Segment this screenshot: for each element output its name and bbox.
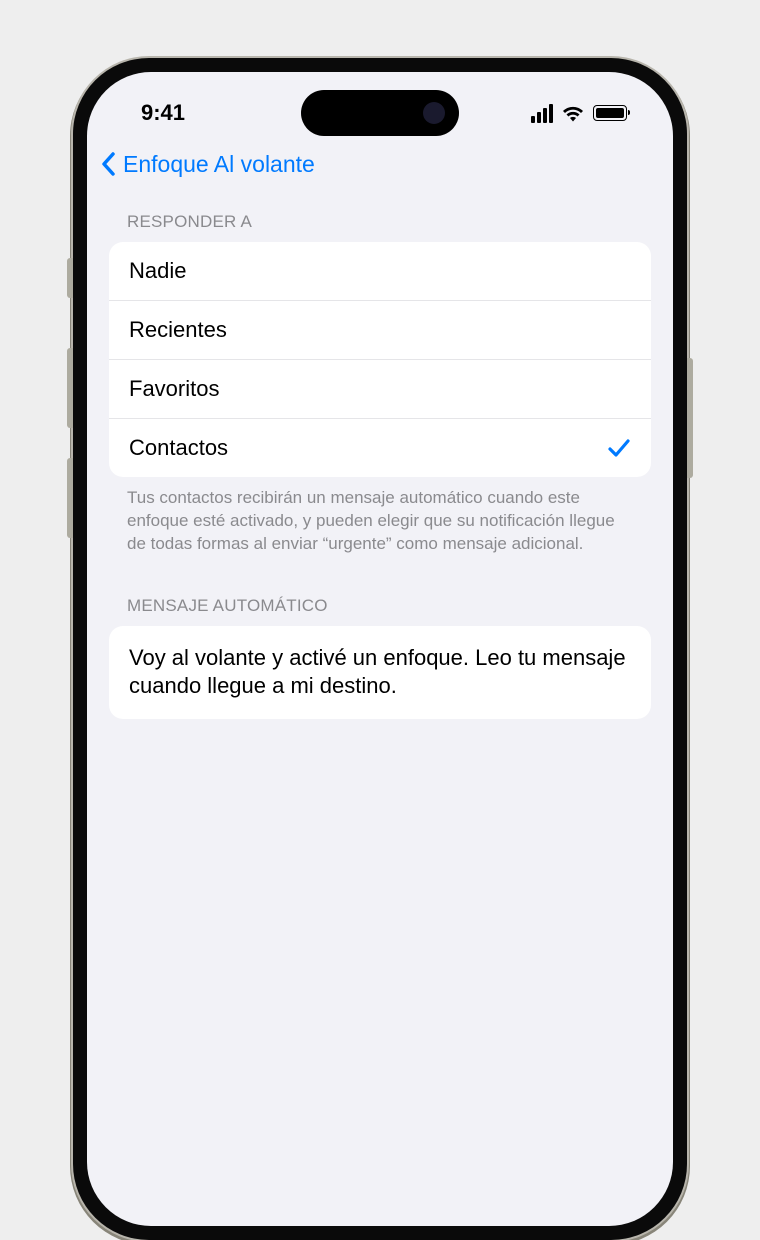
nav-bar: Enfoque Al volante (87, 140, 673, 188)
cellular-icon (531, 104, 553, 123)
respond-option-recientes[interactable]: Recientes (109, 301, 651, 360)
wifi-icon (561, 104, 585, 122)
respond-option-nadie[interactable]: Nadie (109, 242, 651, 301)
respond-to-list: Nadie Recientes Favoritos Contactos (109, 242, 651, 477)
dynamic-island (301, 90, 459, 136)
screen: 9:41 Enfoqu (87, 72, 673, 1226)
back-label: Enfoque Al volante (123, 151, 315, 178)
status-icons (531, 104, 627, 123)
option-label: Contactos (129, 435, 228, 461)
auto-message-header: MENSAJE AUTOMÁTICO (109, 596, 651, 626)
content: RESPONDER A Nadie Recientes Favoritos Co… (87, 188, 673, 719)
phone-side-buttons-left (67, 258, 73, 568)
respond-option-contactos[interactable]: Contactos (109, 419, 651, 477)
chevron-back-icon (101, 152, 117, 176)
status-time: 9:41 (141, 100, 185, 126)
phone-frame: 9:41 Enfoqu (73, 58, 687, 1240)
back-button[interactable]: Enfoque Al volante (101, 151, 315, 178)
respond-to-header: RESPONDER A (109, 212, 651, 242)
respond-to-footer: Tus contactos recibirán un mensaje autom… (109, 477, 651, 556)
checkmark-icon (607, 436, 631, 460)
volume-down-button (67, 458, 73, 538)
phone-side-buttons-right (687, 358, 693, 478)
mute-switch (67, 258, 73, 298)
power-button (687, 358, 693, 478)
battery-icon (593, 105, 627, 121)
option-label: Favoritos (129, 376, 219, 402)
option-label: Nadie (129, 258, 186, 284)
respond-option-favoritos[interactable]: Favoritos (109, 360, 651, 419)
volume-up-button (67, 348, 73, 428)
auto-message-text[interactable]: Voy al volante y activé un enfoque. Leo … (109, 626, 651, 719)
option-label: Recientes (129, 317, 227, 343)
